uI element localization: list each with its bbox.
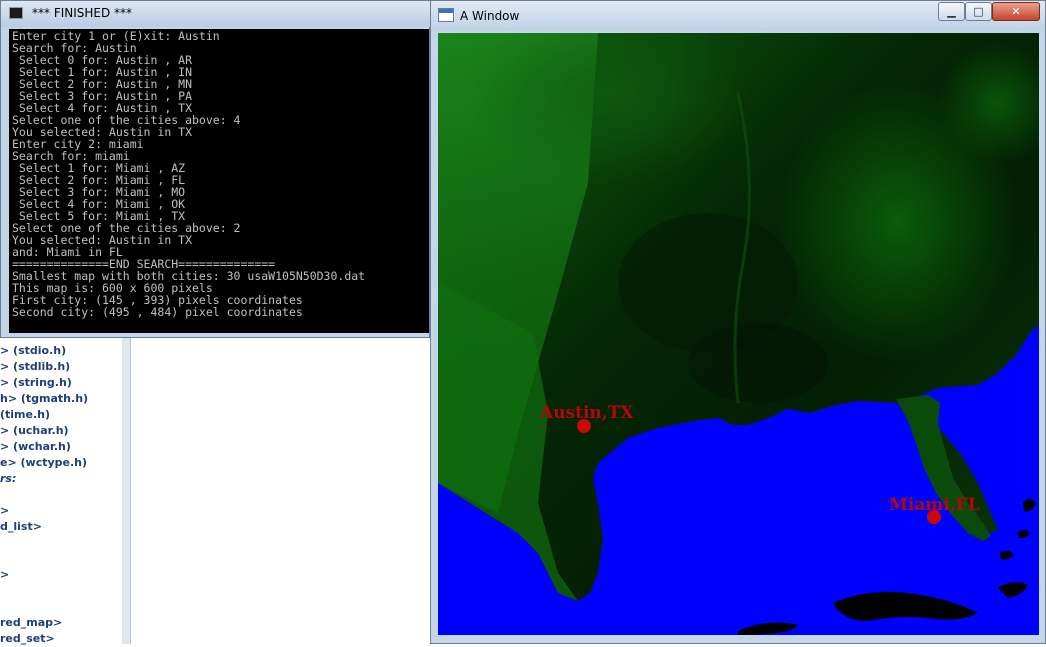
console-output: Enter city 1 or (E)xit: Austin Search fo… bbox=[9, 29, 429, 318]
ide-reference-item[interactable]: > (stdio.h) bbox=[0, 343, 66, 359]
map-window-title: A Window bbox=[460, 9, 520, 23]
console-title: *** FINISHED *** bbox=[32, 6, 133, 20]
elevation-map-canvas[interactable]: Austin,TX Miami,FL bbox=[438, 33, 1039, 635]
ide-reference-item[interactable]: red_map> bbox=[0, 615, 62, 631]
map-window-titlebar[interactable]: A Window ▁ □ ✕ bbox=[431, 1, 1045, 31]
ide-reference-item[interactable]: d_list> bbox=[0, 519, 42, 535]
console-line: Second city: (495 , 484) pixel coordinat… bbox=[12, 305, 303, 319]
map-window[interactable]: A Window ▁ □ ✕ Austin,TX Miami,FL bbox=[430, 0, 1046, 644]
ide-editor-area[interactable] bbox=[131, 330, 430, 644]
ide-reference-item[interactable]: > (wchar.h) bbox=[0, 439, 71, 455]
cuba-island bbox=[833, 591, 978, 621]
ide-reference-item[interactable]: e> (wctype.h) bbox=[0, 455, 87, 471]
city-marker-miami bbox=[927, 510, 941, 524]
console-window[interactable]: *** FINISHED *** Enter city 1 or (E)xit:… bbox=[0, 0, 431, 338]
ide-reference-item[interactable]: > bbox=[0, 503, 9, 519]
florida-peninsula bbox=[896, 395, 991, 541]
ide-reference-section: rs: bbox=[0, 472, 17, 485]
ide-reference-item[interactable]: h> (tgmath.h) bbox=[0, 391, 88, 407]
close-button[interactable]: ✕ bbox=[992, 2, 1040, 21]
console-app-icon bbox=[9, 7, 23, 19]
console-output-area[interactable]: Enter city 1 or (E)xit: Austin Search fo… bbox=[9, 29, 429, 333]
maximize-button[interactable]: □ bbox=[965, 2, 992, 21]
ide-reference-item[interactable]: (time.h) bbox=[0, 407, 50, 423]
ide-reference-item[interactable]: > (uchar.h) bbox=[0, 423, 69, 439]
ide-reference-item[interactable]: > bbox=[0, 567, 9, 583]
ide-reference-item[interactable]: red_set> bbox=[0, 631, 55, 647]
ide-panel-splitter[interactable] bbox=[122, 330, 131, 644]
ide-reference-item[interactable]: > (string.h) bbox=[0, 375, 72, 391]
elevation-map-image bbox=[438, 33, 1039, 635]
minimize-button[interactable]: ▁ bbox=[938, 2, 965, 21]
ide-reference-panel: > (stdio.h) > (stdlib.h) > (string.h) h>… bbox=[0, 330, 123, 647]
ide-reference-item[interactable]: > (stdlib.h) bbox=[0, 359, 70, 375]
console-titlebar[interactable]: *** FINISHED *** bbox=[1, 1, 431, 27]
window-app-icon bbox=[438, 8, 454, 22]
city-marker-austin bbox=[577, 419, 591, 433]
